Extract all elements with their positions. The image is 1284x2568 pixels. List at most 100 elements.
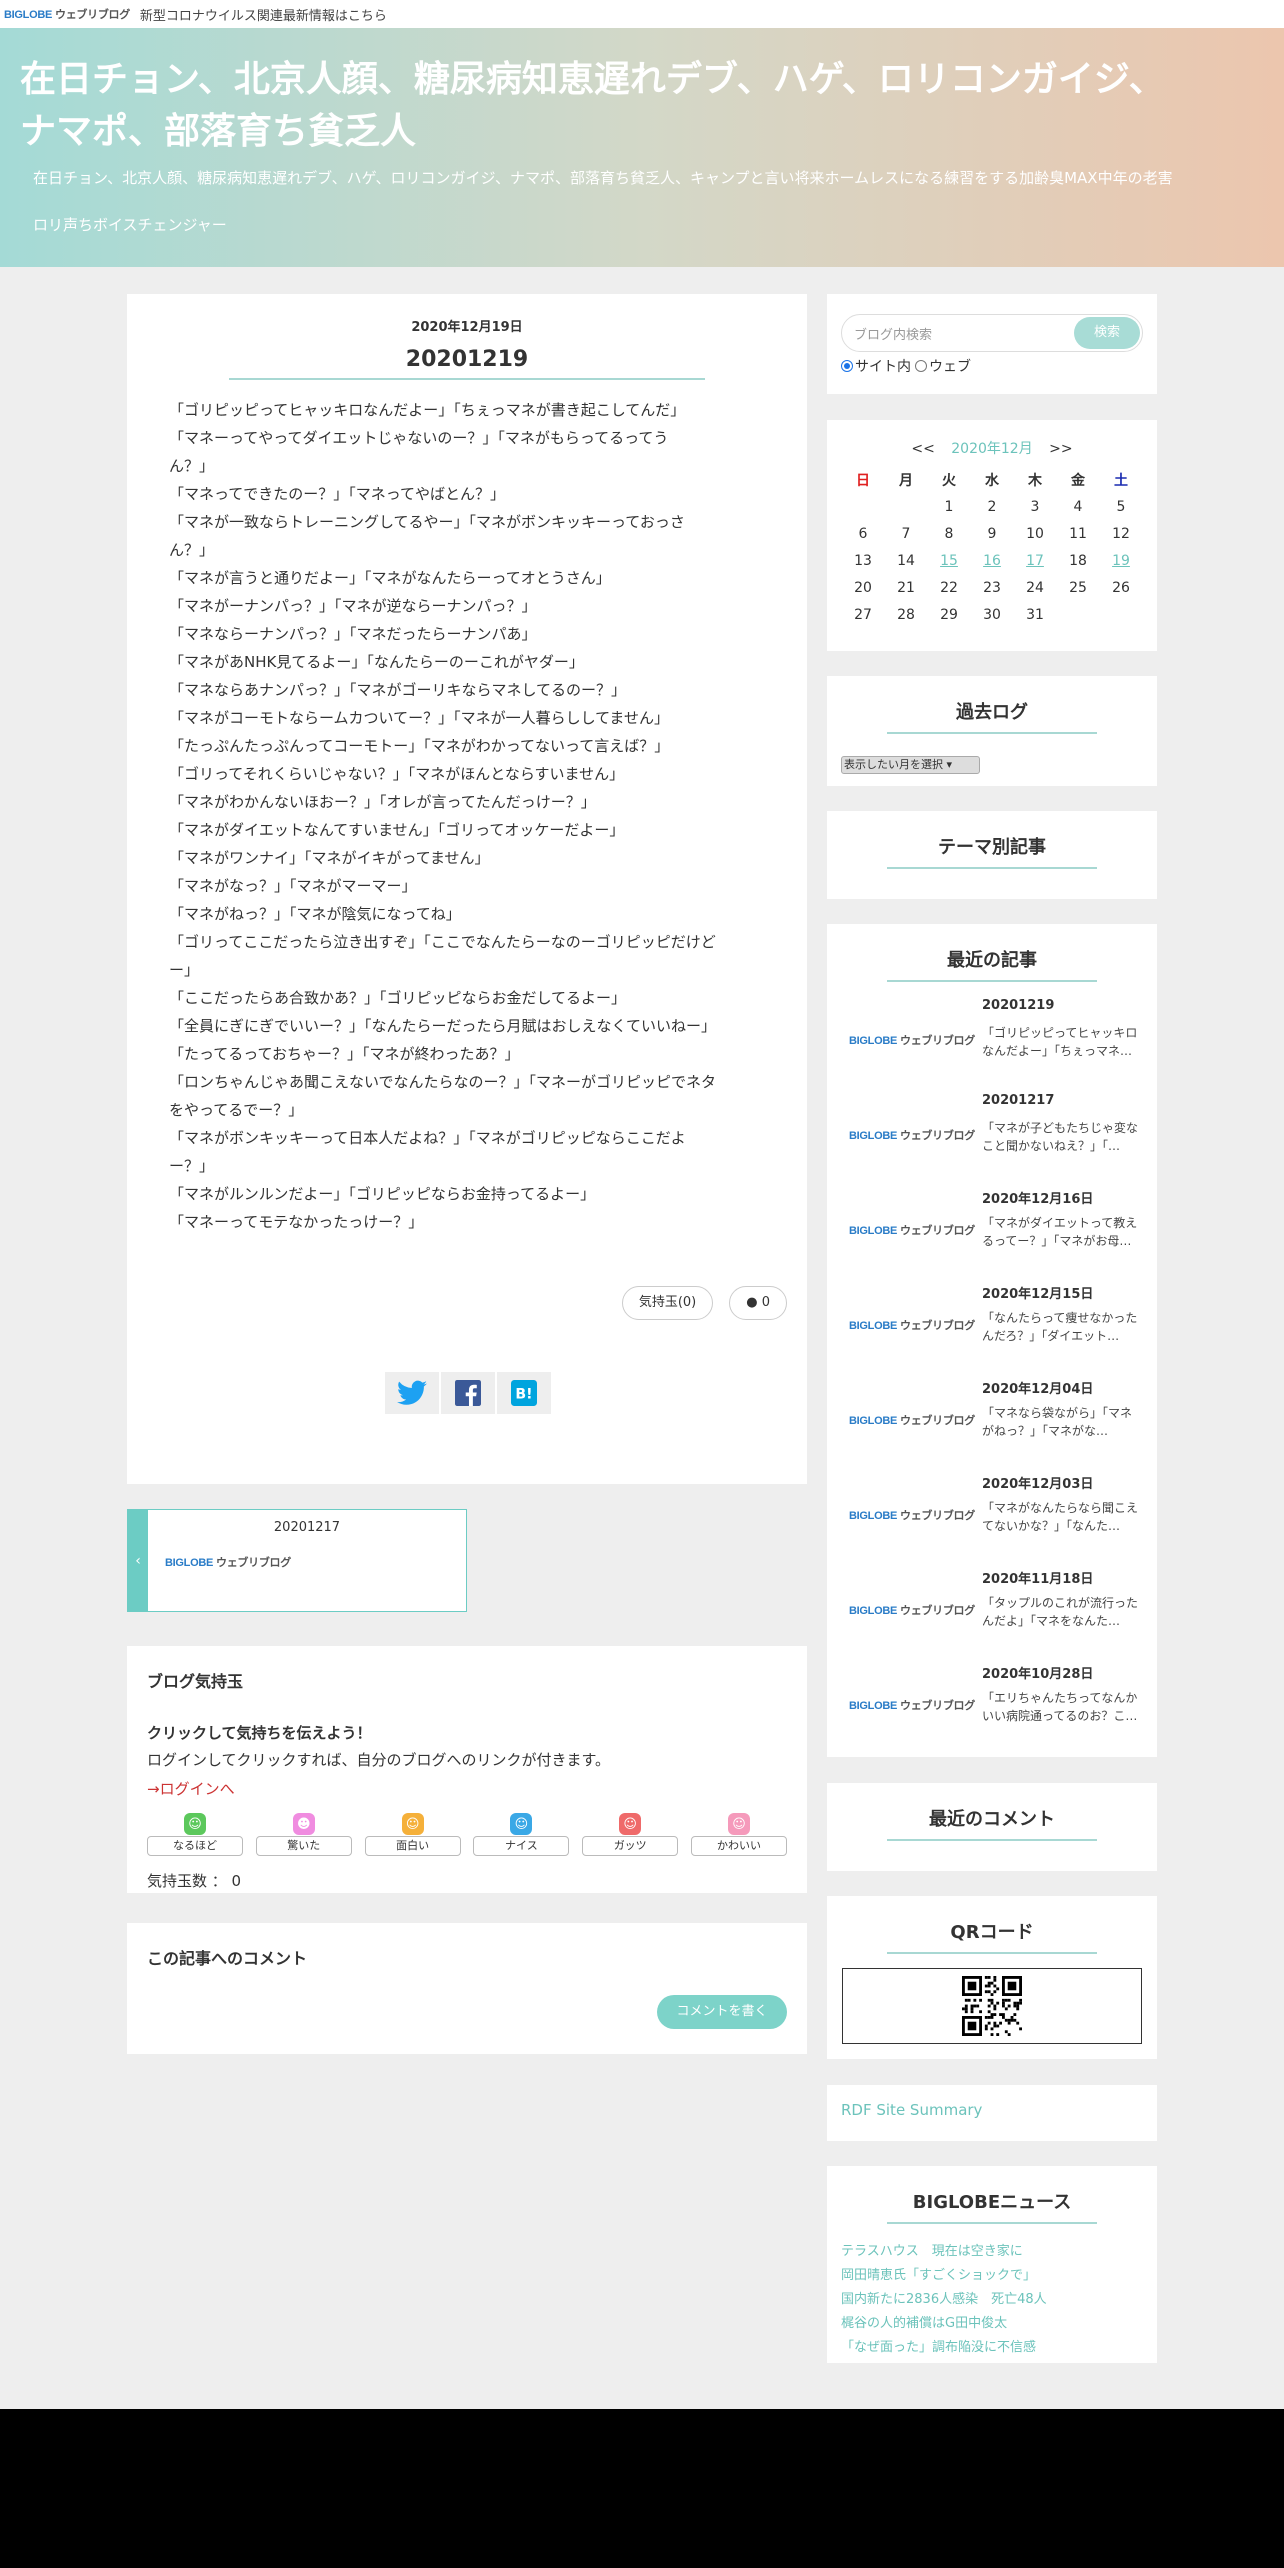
news-item[interactable]: 国内新たに2836人感染 死亡48人 [841,2288,1143,2312]
kimochi-button[interactable]: ☺ ガッツ [582,1813,679,1856]
prev-article-thumbnail: BIGLOBE ウェブリブログ [165,1554,291,1570]
recent-article-item[interactable]: BIGLOBE ウェブリブログ 20201217 「マネが子どもたちじゃ変なこと聞かな… [827,1089,1157,1184]
covid-notice-link[interactable]: 新型コロナウイルス関連最新情報はこちら [140,5,387,24]
kimochi-section: ブログ気持玉 クリックして気持ちを伝えよう！ ログインしてクリックすれば、自分の… [127,1646,807,1893]
facebook-share-button[interactable] [441,1372,495,1414]
heading-underline [887,1952,1097,1954]
news-item[interactable]: 梶谷の人的補償はG田中俊太 [841,2312,1143,2336]
rdf-widget: RDF Site Summary [827,2085,1157,2141]
twitter-share-button[interactable] [385,1372,439,1414]
calendar-day: 27 [854,606,872,623]
article-line: 「ゴリってここだったら泣き出すぞ」「ここでなんたらーなのーゴリピッピだけど [169,933,716,951]
blog-title[interactable]: 在日チョン、北京人顔、糖尿病知恵遅れデブ、ハゲ、ロリコンガイジ、 ナマポ、部落育… [20,54,1264,158]
hatena-share-button[interactable]: B! [497,1372,551,1414]
kimochi-button[interactable]: ☺ ナイス [473,1813,570,1856]
kimochi-button[interactable]: ☺ なるほど [147,1813,243,1856]
article-title[interactable]: 20201219 [127,347,807,372]
comment-icon: ● [746,1295,758,1310]
rdf-link[interactable]: RDF Site Summary [841,2101,982,2119]
calendar-day[interactable]: 15 [928,547,971,574]
article-line: ん？」 [169,541,215,559]
recent-article-thumbnail: BIGLOBE ウェブリブログ [849,1317,975,1333]
heading-underline [887,2222,1097,2224]
calendar-weekday: 火 [942,472,956,489]
calendar-prev[interactable]: << [911,441,934,457]
recent-article-item[interactable]: BIGLOBE ウェブリブログ 20201219 「ゴリピッピってヒャッキロなんだよー… [827,994,1157,1089]
calendar-day: 28 [897,606,915,623]
thumb-logo-text: BIGLOBE [849,1700,898,1712]
news-item[interactable]: 「なぜ面った」調布陥没に不信感 [841,2336,1143,2360]
archive-select-value: 表示したい月を選択 [844,758,943,771]
recent-article-item[interactable]: BIGLOBE ウェブリブログ 2020年12月04日 「マネなら袋ながら」「マネがね… [827,1374,1157,1469]
calendar-day-link[interactable]: 17 [1026,553,1044,569]
calendar-day[interactable]: 16 [971,547,1014,574]
calendar-month[interactable]: 2020年12月 [951,441,1032,457]
thumb-logo-text: BIGLOBE [849,1605,898,1617]
recent-article-item[interactable]: BIGLOBE ウェブリブログ 2020年12月15日 「なんたらって痩せなかったんだ… [827,1279,1157,1374]
article-line: 「マネがーナンパっ？」「マネが逆ならーナンパっ？」 [169,597,537,615]
recent-article-item[interactable]: BIGLOBE ウェブリブログ 2020年12月16日 「マネがダイエットって教えるっ… [827,1184,1157,1279]
calendar-day: 3 [1030,498,1040,515]
kimochi-face-icon: ☺ [401,1813,424,1835]
kimochi-face-icon: ☺ [184,1813,206,1835]
kimochi-button[interactable]: ☻ 驚いた [255,1813,352,1856]
thumb-logo-sub: ウェブリブログ [900,1510,975,1522]
scope-web-label: ウェブ [929,359,971,375]
kimochi-pill[interactable]: 気持玉(0) [621,1286,714,1320]
blog-title-line2: ナマポ、部落育ち貧乏人 [20,111,417,152]
calendar-next[interactable]: >> [1049,441,1072,457]
scope-site-radio[interactable]: サイト内 [841,356,911,376]
radio-unchecked-icon [915,360,927,372]
search-input[interactable]: ブログ内検索 [854,324,932,343]
calendar-day[interactable]: 17 [1014,547,1057,574]
recent-article-thumbnail: BIGLOBE ウェブリブログ [849,1507,975,1523]
calendar-day[interactable]: 19 [1100,547,1143,574]
thumb-logo-sub: ウェブリブログ [216,1557,291,1569]
article-line: をやってるでー？」 [169,1101,304,1119]
archive-heading: 過去ログ [956,702,1028,723]
recent-article-title: 20201219 [982,998,1055,1013]
calendar-widget: << 2020年12月 >> 日月火水木金土 1 2 3 4 5 6 7 8 9 10 11 12 13 1… [827,420,1157,651]
search-scope: サイト内 ウェブ [841,356,1143,376]
calendar-day: 12 [1112,525,1130,542]
news-item[interactable]: 岡田晴恵氏「すごくショックで」 [841,2264,1143,2288]
thumb-logo-text: BIGLOBE [849,1225,898,1237]
facebook-icon [455,1380,481,1406]
scope-web-radio[interactable]: ウェブ [915,356,971,376]
chevron-down-icon: ▾ [946,758,953,771]
article-line: 「マネがねっ？」「マネが陰気になってね」 [169,905,461,923]
calendar-day-link[interactable]: 15 [940,553,958,569]
calendar-day-link[interactable]: 19 [1112,553,1130,569]
recent-article-thumbnail: BIGLOBE ウェブリブログ [849,1032,975,1048]
calendar-day: 6 [858,525,868,542]
prev-article-link[interactable]: ‹ 20201217 BIGLOBE ウェブリブログ [127,1509,467,1612]
recent-heading: 最近の記事 [947,950,1037,971]
calendar-day: 26 [1112,579,1130,596]
kimochi-button[interactable]: ☺ 面白い [364,1813,461,1856]
recent-article-excerpt: 「マネがダイエットって教えるってー？」「マネがお母… [982,1216,1138,1248]
blog-header: 在日チョン、北京人顔、糖尿病知恵遅れデブ、ハゲ、ロリコンガイジ、 ナマポ、部落育… [0,28,1284,267]
recent-article-thumbnail: BIGLOBE ウェブリブログ [849,1697,975,1713]
kimochi-button[interactable]: ☺ かわいい [690,1813,787,1856]
calendar-day: 10 [1026,525,1044,542]
heading-underline [887,867,1097,869]
calendar-day: 31 [1026,606,1044,623]
login-link[interactable]: →ログインへ [147,1778,787,1799]
comment-count-pill[interactable]: ● 0 [729,1286,787,1320]
recent-article-item[interactable]: BIGLOBE ウェブリブログ 2020年11月18日 「タップルのこれが流行ったんだ… [827,1564,1157,1659]
recent-article-item[interactable]: BIGLOBE ウェブリブログ 2020年10月28日 「エリちゃんたちってなんかいい… [827,1659,1157,1754]
kimochi-face-icon: ☻ [292,1813,315,1835]
biglobe-logo[interactable]: BIGLOBE ウェブリブログ [4,6,130,22]
recent-article-item[interactable]: BIGLOBE ウェブリブログ 2020年12月03日 「マネがなんたらなら聞こえてな… [827,1469,1157,1564]
recent-article-thumbnail: BIGLOBE ウェブリブログ [849,1602,975,1618]
calendar-day: 20 [854,579,872,596]
write-comment-button[interactable]: コメントを書く [657,1995,787,2029]
heading-underline [887,732,1097,734]
news-widget: BIGLOBEニュース テラスハウス 現在は空き家に 岡田晴恵氏「すごくショックで… [827,2166,1157,2363]
search-button[interactable]: 検索 [1074,317,1140,349]
recent-article-excerpt: 「ゴリピッピってヒャッキロなんだよー」「ちぇっマネ… [982,1026,1138,1058]
news-item[interactable]: テラスハウス 現在は空き家に [841,2240,1143,2264]
scope-site-label: サイト内 [855,359,911,375]
archive-select[interactable]: 表示したい月を選択 ▾ [841,756,980,774]
calendar-day-link[interactable]: 16 [983,553,1001,569]
